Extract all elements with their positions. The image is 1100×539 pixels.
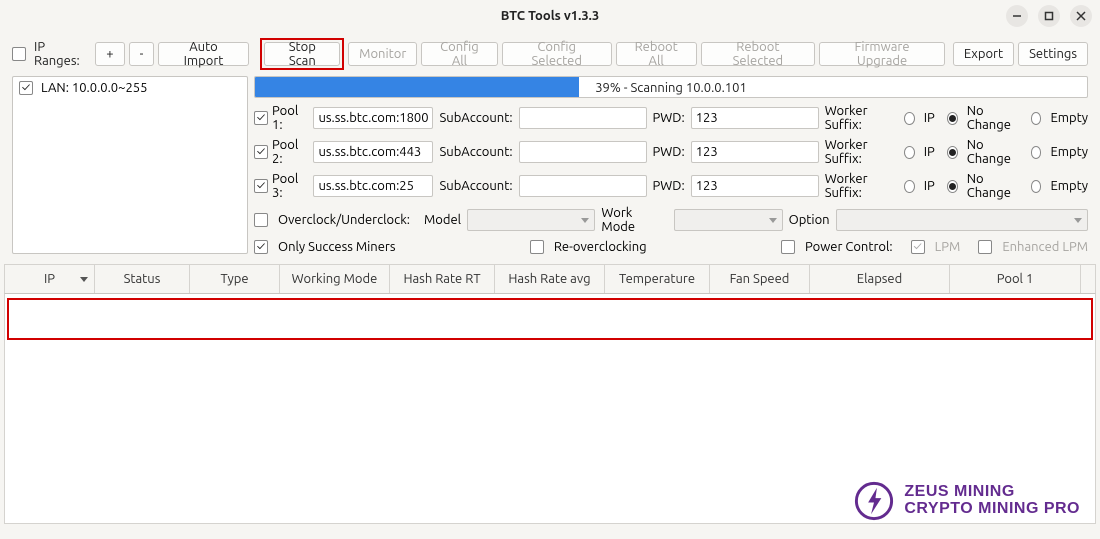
maximize-icon[interactable]: [1038, 5, 1060, 27]
overclock-checkbox[interactable]: [254, 213, 268, 227]
ip-range-list[interactable]: LAN: 10.0.0.0~255: [12, 76, 248, 254]
pool-row-1: Pool 1: SubAccount: PWD: Worker Suffix: …: [254, 104, 1088, 132]
add-ip-button[interactable]: +: [95, 42, 124, 66]
title-bar: BTC Tools v1.3.3: [0, 0, 1100, 32]
pool1-pwd-input[interactable]: [691, 107, 819, 129]
pool-row-2: Pool 2: SubAccount: PWD: Worker Suffix: …: [254, 138, 1088, 166]
col-ip[interactable]: IP: [5, 265, 95, 293]
enhanced-lpm-checkbox[interactable]: [978, 240, 992, 254]
option-select[interactable]: [836, 209, 1088, 231]
highlight-row: [7, 298, 1093, 340]
table-header: IP Status Type Working Mode Hash Rate RT…: [4, 264, 1096, 294]
pool2-pwd-input[interactable]: [691, 141, 819, 163]
only-success-checkbox[interactable]: [254, 240, 268, 254]
pool2-suffix-empty-radio[interactable]: [1031, 146, 1042, 159]
pool2-subaccount-input[interactable]: [519, 141, 647, 163]
pool1-subaccount-input[interactable]: [519, 107, 647, 129]
config-all-button[interactable]: Config All: [421, 42, 497, 66]
col-pool1[interactable]: Pool 1: [950, 265, 1081, 293]
reboot-all-button[interactable]: Reboot All: [616, 42, 697, 66]
col-more[interactable]: [1081, 265, 1095, 293]
options-row: Only Success Miners Re-overclocking Powe…: [254, 240, 1088, 254]
pool1-suffix-empty-radio[interactable]: [1031, 112, 1042, 125]
lan-label: LAN: 10.0.0.0~255: [41, 81, 147, 95]
col-elapsed[interactable]: Elapsed: [810, 265, 950, 293]
pool3-subaccount-input[interactable]: [519, 175, 647, 197]
close-icon[interactable]: [1070, 5, 1092, 27]
reboot-selected-button[interactable]: Reboot Selected: [701, 42, 816, 66]
pool1-suffix-nochange-radio[interactable]: [947, 112, 958, 125]
watermark: ZEUS MINING CRYPTO MINING PRO: [852, 479, 1080, 523]
pool3-suffix-nochange-radio[interactable]: [947, 180, 958, 193]
pool3-url-input[interactable]: [313, 175, 433, 197]
pool1-checkbox[interactable]: [254, 111, 268, 125]
stop-scan-button[interactable]: Stop Scan: [264, 42, 340, 66]
settings-button[interactable]: Settings: [1018, 42, 1088, 66]
lan-checkbox[interactable]: [19, 81, 33, 95]
auto-import-button[interactable]: Auto Import: [158, 42, 248, 66]
monitor-button[interactable]: Monitor: [348, 42, 417, 66]
progress-text: 39% - Scanning 10.0.0.101: [255, 77, 1087, 98]
model-select[interactable]: [467, 209, 595, 231]
window-title: BTC Tools v1.3.3: [501, 9, 599, 23]
col-hash-avg[interactable]: Hash Rate avg: [495, 265, 605, 293]
col-working-mode[interactable]: Working Mode: [280, 265, 390, 293]
pool3-pwd-input[interactable]: [691, 175, 819, 197]
pool1-url-input[interactable]: [313, 107, 433, 129]
power-control-checkbox[interactable]: [781, 240, 795, 254]
config-selected-button[interactable]: Config Selected: [502, 42, 612, 66]
pool1-suffix-ip-radio[interactable]: [904, 112, 915, 125]
pool2-checkbox[interactable]: [254, 145, 268, 159]
remove-ip-button[interactable]: -: [129, 42, 155, 66]
overclock-row: Overclock/Underclock: Model Work Mode Op…: [254, 206, 1088, 234]
pool2-url-input[interactable]: [313, 141, 433, 163]
pool-row-3: Pool 3: SubAccount: PWD: Worker Suffix: …: [254, 172, 1088, 200]
col-type[interactable]: Type: [190, 265, 280, 293]
minimize-icon[interactable]: [1006, 5, 1028, 27]
scan-progress: 39% - Scanning 10.0.0.101: [254, 76, 1088, 98]
list-item[interactable]: LAN: 10.0.0.0~255: [19, 81, 241, 95]
toolbar: IP Ranges: + - Auto Import Stop Scan Mon…: [0, 32, 1100, 76]
ipranges-label: IP Ranges:: [34, 40, 91, 68]
pool3-suffix-empty-radio[interactable]: [1031, 180, 1042, 193]
ipranges-checkbox[interactable]: [12, 47, 26, 61]
pool3-checkbox[interactable]: [254, 179, 268, 193]
pool2-suffix-ip-radio[interactable]: [904, 146, 915, 159]
col-status[interactable]: Status: [95, 265, 190, 293]
workmode-select[interactable]: [674, 209, 783, 231]
col-hash-rt[interactable]: Hash Rate RT: [390, 265, 495, 293]
pool3-suffix-ip-radio[interactable]: [904, 180, 915, 193]
sort-icon: [80, 277, 88, 282]
firmware-upgrade-button[interactable]: Firmware Upgrade: [819, 42, 945, 66]
col-fan-speed[interactable]: Fan Speed: [710, 265, 810, 293]
col-temperature[interactable]: Temperature: [605, 265, 710, 293]
zeus-logo-icon: [852, 479, 896, 523]
reoverclock-checkbox[interactable]: [530, 240, 544, 254]
export-button[interactable]: Export: [953, 42, 1014, 66]
pool2-suffix-nochange-radio[interactable]: [947, 146, 958, 159]
lpm-checkbox[interactable]: [911, 240, 925, 254]
